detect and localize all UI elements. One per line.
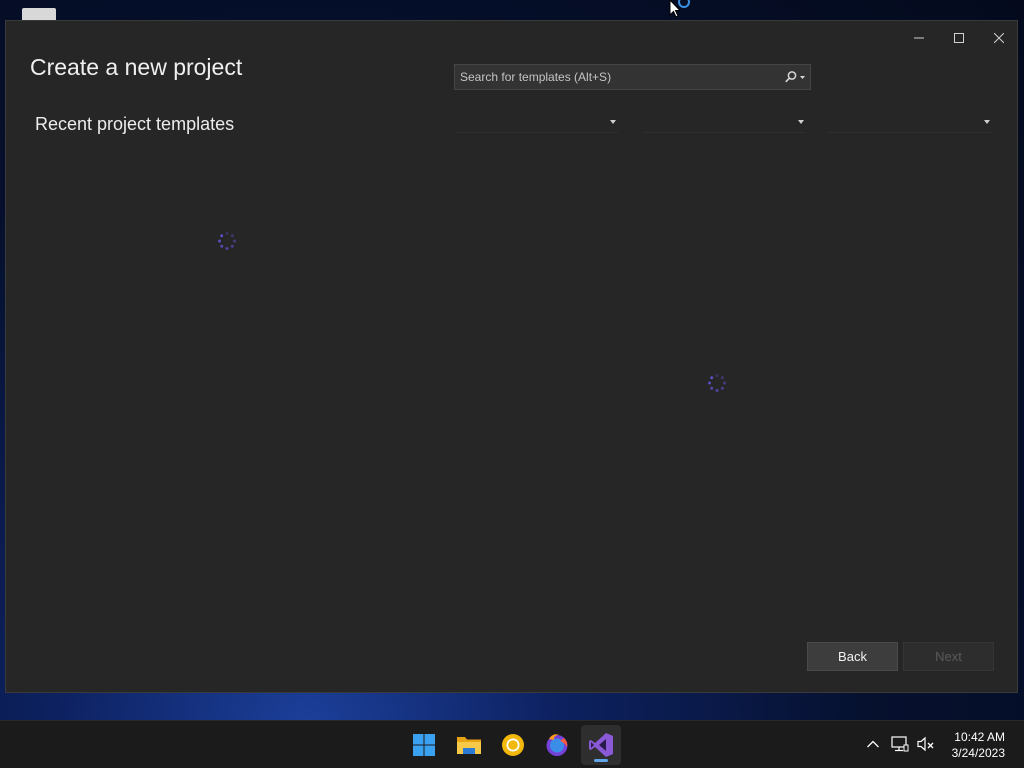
desktop-shortcut-icon[interactable]: [22, 8, 56, 20]
recent-templates-heading: Recent project templates: [35, 114, 235, 134]
chrome-icon: [502, 734, 524, 756]
volume-muted-icon: [917, 736, 934, 752]
clock-date: 3/24/2023: [951, 746, 1005, 760]
maximize-icon: [954, 33, 964, 43]
chevron-down-icon: [610, 120, 616, 124]
language-filter-dropdown[interactable]: [456, 112, 618, 133]
chevron-down-icon: [984, 120, 990, 124]
loading-spinner-icon: [218, 232, 236, 250]
start-button[interactable]: [404, 725, 444, 765]
visual-studio-icon: [589, 733, 613, 757]
firefox-icon: [546, 734, 568, 756]
network-button[interactable]: [891, 735, 909, 753]
search-icon: [785, 71, 805, 83]
windows-logo-icon: [413, 734, 435, 756]
next-button[interactable]: Next: [903, 642, 994, 671]
back-button[interactable]: Back: [807, 642, 898, 671]
close-icon: [994, 33, 1004, 43]
network-icon: [891, 736, 909, 752]
chevron-up-icon: [867, 740, 879, 748]
clock-time: 10:42 AM: [954, 730, 1005, 744]
active-app-indicator: [594, 759, 608, 762]
page-title: Create a new project: [30, 54, 243, 80]
platform-filter-dropdown[interactable]: [644, 112, 806, 133]
search-input[interactable]: [455, 65, 780, 89]
chrome-canary-button[interactable]: [493, 725, 533, 765]
file-explorer-button[interactable]: [449, 725, 489, 765]
close-button[interactable]: [984, 27, 1014, 49]
search-options-button[interactable]: [780, 65, 810, 89]
volume-button[interactable]: [917, 735, 935, 753]
clock[interactable]: 10:42 AM 3/24/2023: [952, 729, 1005, 761]
project-type-filter-dropdown[interactable]: [828, 112, 992, 133]
show-hidden-icons-button[interactable]: [864, 735, 882, 753]
taskbar: 10:42 AM 3/24/2023: [0, 720, 1024, 768]
minimize-button[interactable]: [904, 27, 934, 49]
minimize-icon: [914, 37, 924, 39]
create-project-window: Create a new project Recent project temp…: [5, 20, 1018, 693]
loading-spinner-icon: [708, 374, 726, 392]
maximize-button[interactable]: [944, 27, 974, 49]
chevron-down-icon: [798, 120, 804, 124]
template-search[interactable]: [454, 64, 811, 90]
firefox-button[interactable]: [537, 725, 577, 765]
visual-studio-button[interactable]: [581, 725, 621, 765]
mouse-cursor-icon: [669, 0, 690, 18]
folder-icon: [457, 737, 481, 754]
